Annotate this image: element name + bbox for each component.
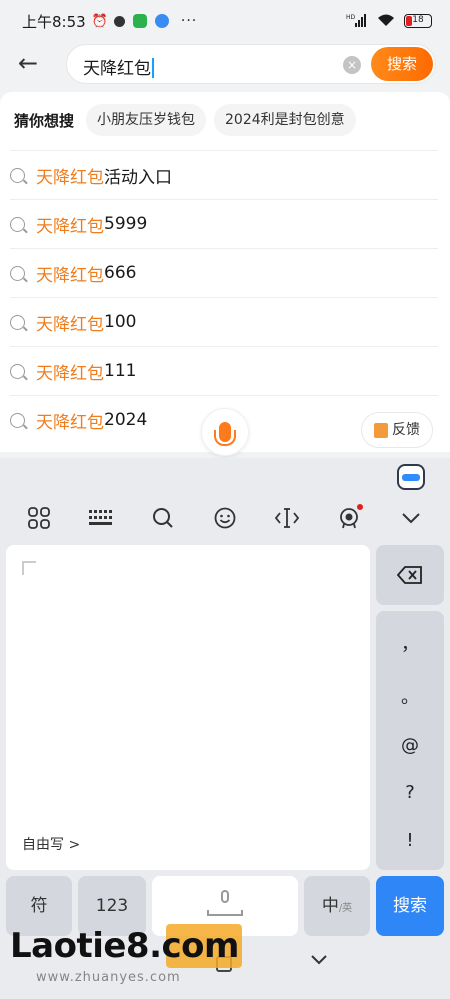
language-main-label: 中: [321, 896, 339, 916]
watermark-url: www.zhuanyes.com: [36, 970, 181, 985]
app-notification-icon: [154, 14, 169, 28]
keyboard: 自由写 > ， 。 @ ? ! 符 123 中/英 搜索: [0, 458, 450, 999]
suggestion-item[interactable]: 天降红包 活动入口: [10, 150, 438, 199]
search-button[interactable]: 搜索: [371, 47, 433, 81]
microphone-icon: [214, 422, 236, 446]
handwriting-area[interactable]: 自由写 >: [6, 545, 370, 870]
emoji-icon[interactable]: [205, 500, 245, 536]
assistant-robot-icon[interactable]: [397, 464, 425, 490]
search-icon: [10, 314, 25, 330]
space-bar-icon: [207, 910, 243, 916]
search-icon: [10, 363, 25, 379]
delete-key[interactable]: [376, 545, 444, 605]
notification-dot-icon: [357, 504, 363, 510]
keyboard-side-column: ， 。 @ ? !: [376, 545, 444, 870]
suggestion-rest: 666: [104, 263, 137, 283]
microphone-icon: [221, 890, 229, 903]
punctuation-key[interactable]: ?: [405, 782, 415, 803]
notification-dot-icon: [113, 15, 125, 27]
search-query-text: 天降红包: [83, 59, 151, 79]
watermark: Laotie8.com www.zhuanyes.com: [0, 922, 260, 997]
guess-row: 猜你想搜 小朋友压岁钱包 2024利是封包创意: [14, 104, 364, 136]
suggestion-item[interactable]: 天降红包 666: [10, 248, 438, 297]
cursor-move-icon[interactable]: [267, 500, 307, 536]
suggestion-highlight: 天降红包: [36, 216, 104, 237]
more-notifications-icon: ···: [180, 13, 198, 29]
search-query[interactable]: 天降红包: [83, 54, 154, 79]
search-icon: [10, 265, 25, 281]
suggestion-rest: 5999: [104, 214, 148, 234]
suggestion-highlight: 天降红包: [36, 314, 104, 335]
search-icon: [10, 412, 25, 428]
guess-chip[interactable]: 2024利是封包创意: [214, 104, 356, 136]
punctuation-column: ， 。 @ ? !: [376, 611, 444, 870]
alarm-icon: ⏰: [91, 13, 108, 29]
suggestion-rest: 111: [104, 361, 137, 381]
punctuation-key[interactable]: ，: [401, 630, 419, 656]
hide-keyboard-icon[interactable]: [310, 950, 328, 971]
suggestion-highlight: 天降红包: [36, 167, 104, 188]
phone-app-icon: [132, 14, 147, 28]
text-caret: [152, 58, 154, 78]
suggestion-rest: 100: [104, 312, 137, 332]
suggestion-rest: 2024: [104, 410, 148, 430]
suggestion-list: 天降红包 活动入口 天降红包 5999 天降红包 666 天降红包 100 天降红包 11…: [10, 150, 438, 444]
search-icon: [10, 216, 25, 232]
collapse-keyboard-icon[interactable]: [391, 500, 431, 536]
svg-text:HD: HD: [346, 14, 356, 21]
suggestion-highlight: 天降红包: [36, 412, 104, 433]
suggestion-item[interactable]: 天降红包 100: [10, 297, 438, 346]
status-bar: 上午8:53 ⏰ ··· HD 18: [0, 0, 450, 42]
search-header: ← 天降红包 × 搜索: [0, 42, 450, 86]
voice-search-button[interactable]: [201, 408, 249, 456]
wifi-icon: [376, 13, 396, 30]
back-arrow-icon[interactable]: ←: [18, 50, 46, 78]
watermark-text: Laotie8.com: [10, 926, 239, 966]
search-icon[interactable]: [143, 500, 183, 536]
enter-search-key[interactable]: 搜索: [376, 876, 444, 936]
suggestion-item[interactable]: 天降红包 111: [10, 346, 438, 395]
grid-menu-icon[interactable]: [19, 500, 59, 536]
feedback-button[interactable]: 反馈: [361, 412, 433, 448]
battery-level: 18: [412, 15, 424, 25]
feedback-icon: [374, 422, 388, 438]
guess-label: 猜你想搜: [14, 111, 75, 130]
language-switch-key[interactable]: 中/英: [304, 876, 370, 936]
keyboard-toolbar: [0, 498, 450, 538]
suggestion-highlight: 天降红包: [36, 265, 104, 286]
guess-chip[interactable]: 小朋友压岁钱包: [86, 104, 207, 136]
signal-icon: HD: [346, 13, 368, 30]
keyboard-layout-icon[interactable]: [81, 500, 121, 536]
search-icon: [10, 167, 25, 183]
expand-corner-icon: [22, 561, 36, 575]
skin-badge-icon[interactable]: [329, 500, 369, 536]
battery-icon: 18: [404, 14, 432, 28]
suggestion-panel: 猜你想搜 小朋友压岁钱包 2024利是封包创意 天降红包 活动入口 天降红包 599…: [0, 92, 450, 452]
suggestion-item[interactable]: 天降红包 5999: [10, 199, 438, 248]
suggestion-highlight: 天降红包: [36, 363, 104, 384]
status-time: 上午8:53: [22, 12, 86, 31]
punctuation-key[interactable]: @: [401, 735, 419, 756]
suggestion-rest: 活动入口: [104, 167, 172, 188]
feedback-label: 反馈: [392, 422, 420, 438]
free-write-label[interactable]: 自由写 >: [22, 834, 80, 854]
clear-icon[interactable]: ×: [343, 56, 361, 74]
language-sub-label: /英: [338, 903, 353, 914]
search-input[interactable]: 天降红包 × 搜索: [66, 44, 436, 84]
punctuation-key[interactable]: 。: [401, 683, 419, 709]
punctuation-key[interactable]: !: [406, 830, 413, 851]
